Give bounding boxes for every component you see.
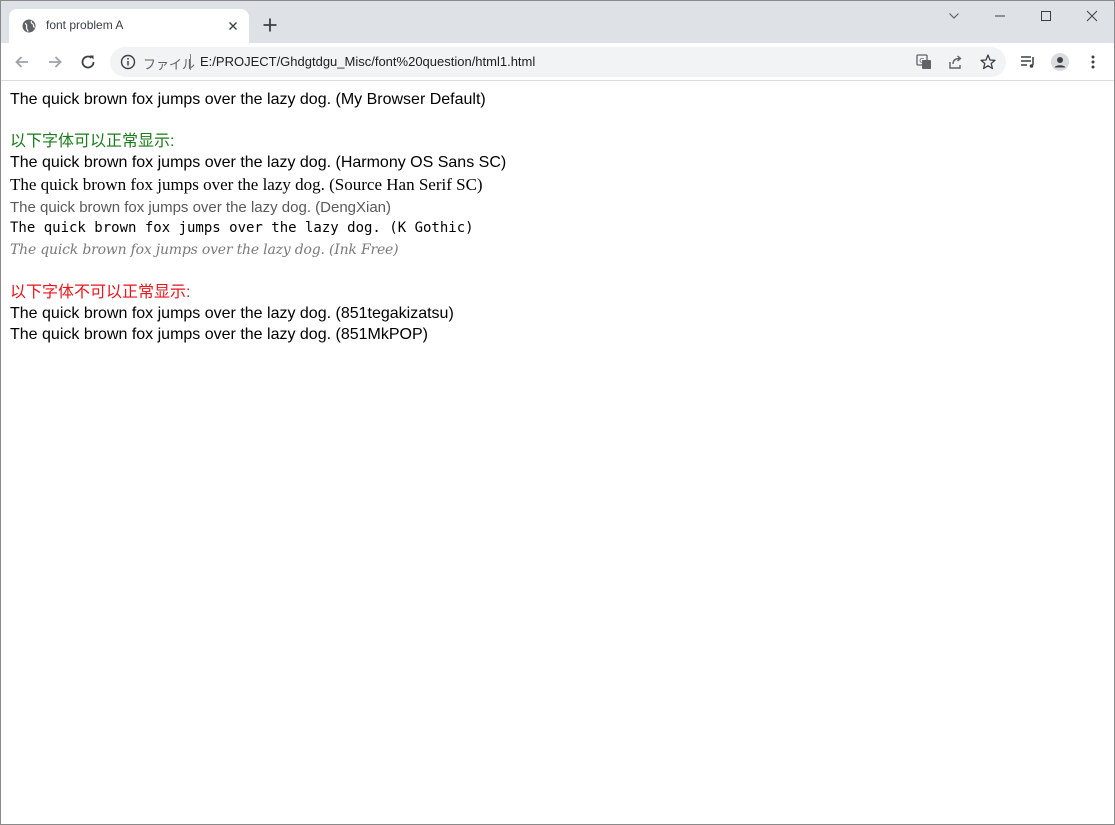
fail-heading: 以下字体不可以正常显示:	[10, 284, 191, 301]
address-bar[interactable]: ファイル E:/PROJECT/Ghdgtdgu_Misc/font%20que…	[110, 47, 1006, 77]
back-arrow-icon[interactable]	[9, 49, 35, 75]
bookmark-star-icon[interactable]	[979, 53, 997, 71]
maximize-icon[interactable]	[1023, 1, 1069, 31]
ink-free-line: The quick brown fox jumps over the lazy …	[10, 242, 399, 258]
tab-title: font problem A	[46, 18, 124, 32]
851tegakizatsu-line: The quick brown fox jumps over the lazy …	[10, 305, 454, 322]
url-text[interactable]: E:/PROJECT/Ghdgtdgu_Misc/font%20question…	[200, 54, 535, 69]
harmony-os-sans-line: The quick brown fox jumps over the lazy …	[10, 154, 507, 171]
svg-text:G: G	[919, 57, 924, 65]
scheme-label: ファイル	[143, 57, 196, 72]
851mkpop-line: The quick brown fox jumps over the lazy …	[10, 326, 428, 343]
source-han-serif-line: The quick brown fox jumps over the lazy …	[10, 175, 483, 194]
reading-list-icon[interactable]	[1015, 49, 1041, 75]
forward-arrow-icon[interactable]	[42, 49, 68, 75]
toolbar: ファイル E:/PROJECT/Ghdgtdgu_Misc/font%20que…	[1, 43, 1114, 81]
reload-icon[interactable]	[75, 49, 101, 75]
close-icon[interactable]	[225, 18, 241, 34]
new-tab-plus-icon[interactable]	[260, 15, 280, 35]
tab-strip: font problem A	[1, 1, 1114, 43]
minimize-icon[interactable]	[977, 1, 1023, 31]
default-font-line: The quick brown fox jumps over the lazy …	[10, 91, 486, 108]
globe-icon	[22, 19, 36, 33]
address-separator	[190, 54, 191, 70]
ok-heading: 以下字体可以正常显示:	[10, 133, 175, 150]
k-gothic-line: The quick brown fox jumps over the lazy …	[10, 220, 474, 236]
menu-kebab-icon[interactable]	[1080, 49, 1106, 75]
translate-icon[interactable]: G	[915, 53, 933, 71]
browser-window: font problem A ファイル E:/PROJECT/Ghdgtdgu_…	[0, 0, 1115, 825]
window-close-icon[interactable]	[1069, 1, 1114, 31]
info-icon[interactable]	[120, 54, 136, 70]
share-icon[interactable]	[947, 53, 965, 71]
tab-search-chevron-down-icon[interactable]	[931, 1, 977, 31]
dengxian-line: The quick brown fox jumps over the lazy …	[10, 199, 392, 216]
page-content: The quick brown fox jumps over the lazy …	[1, 81, 1114, 824]
profile-avatar-icon[interactable]	[1047, 49, 1073, 75]
tab-font-problem-a[interactable]: font problem A	[9, 9, 249, 43]
